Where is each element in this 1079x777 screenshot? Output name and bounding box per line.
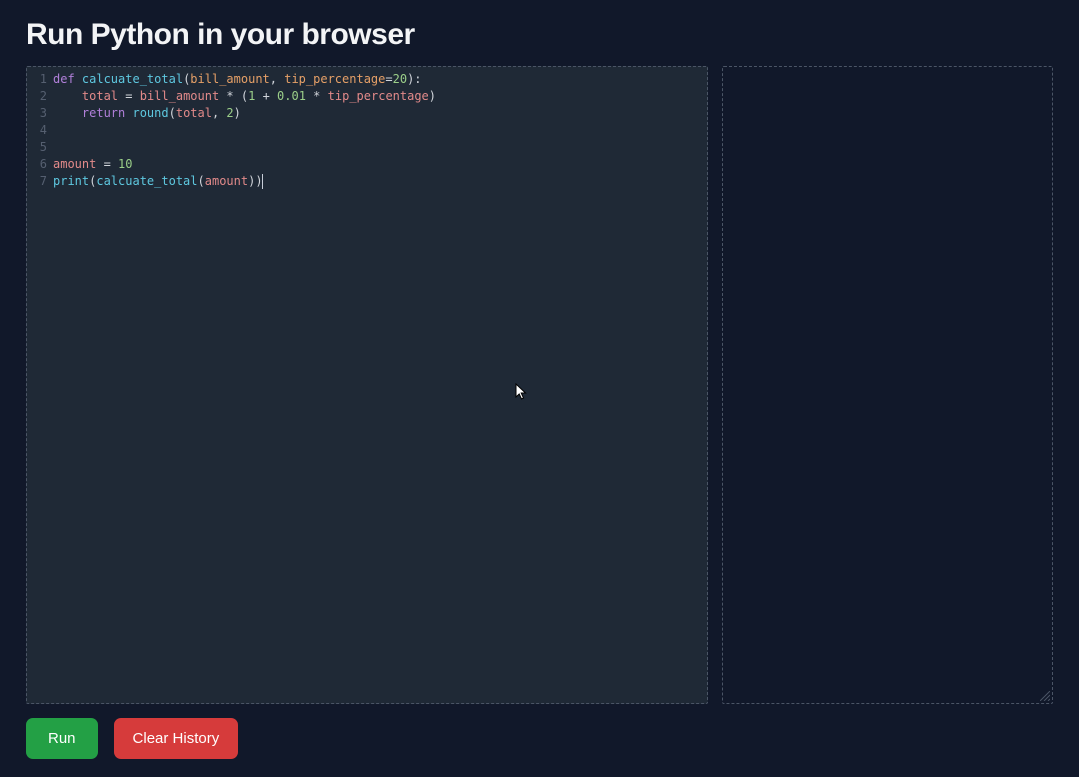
output-panel[interactable] [722,66,1053,704]
panels: 1234567 def calcuate_total(bill_amount, … [26,66,1053,704]
toolbar: Run Clear History [26,718,1053,759]
code-line[interactable]: return round(total, 2) [53,105,707,122]
line-number: 2 [27,88,47,105]
code-line[interactable]: def calcuate_total(bill_amount, tip_perc… [53,71,707,88]
line-number: 7 [27,173,47,190]
line-number: 4 [27,122,47,139]
line-number: 3 [27,105,47,122]
code-line[interactable]: total = bill_amount * (1 + 0.01 * tip_pe… [53,88,707,105]
run-button[interactable]: Run [26,718,98,759]
code-line[interactable]: amount = 10 [53,156,707,173]
code-line[interactable]: print(calcuate_total(amount)) [53,173,707,190]
line-number: 5 [27,139,47,156]
line-number-gutter: 1234567 [27,71,53,190]
text-cursor [262,174,263,189]
line-number: 6 [27,156,47,173]
resize-handle-icon [1040,691,1050,701]
code-content[interactable]: def calcuate_total(bill_amount, tip_perc… [53,71,707,190]
code-editor[interactable]: 1234567 def calcuate_total(bill_amount, … [26,66,708,704]
code-line[interactable] [53,139,707,156]
clear-history-button[interactable]: Clear History [114,718,239,759]
page-title: Run Python in your browser [26,18,1053,52]
code-line[interactable] [53,122,707,139]
line-number: 1 [27,71,47,88]
